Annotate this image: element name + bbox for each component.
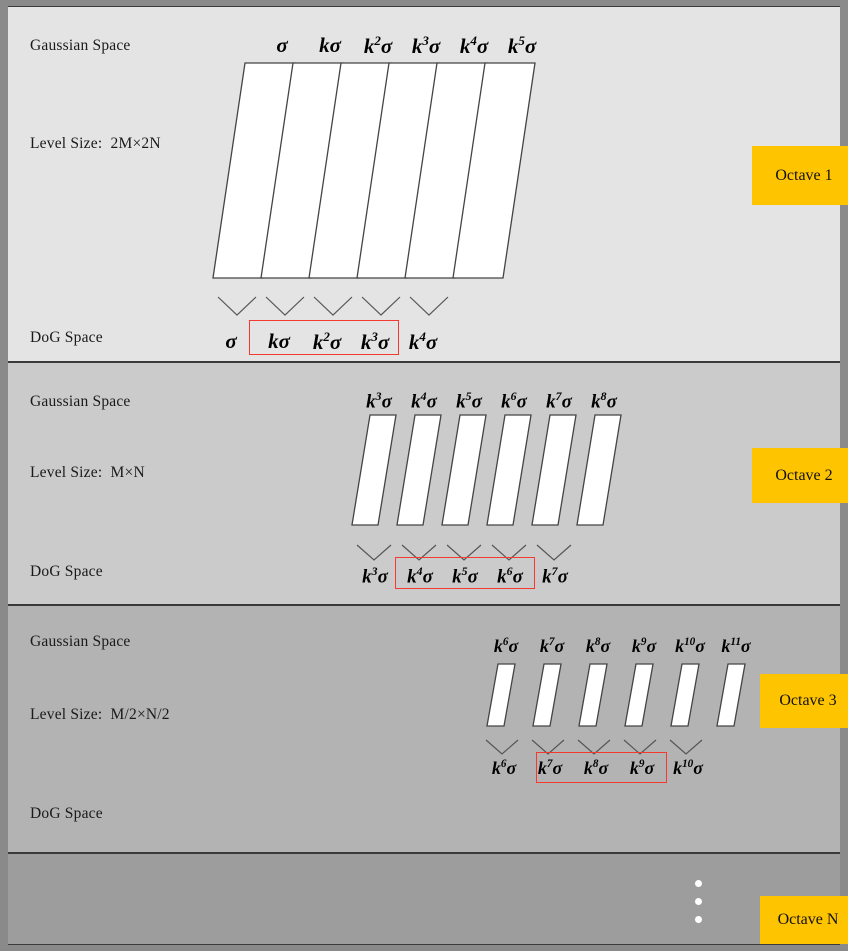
dog-connector <box>409 296 449 316</box>
dog-scale-2-4: k7σ <box>542 565 568 588</box>
dog-highlight-box-2 <box>395 557 535 589</box>
dog-highlight-box-1 <box>249 320 399 355</box>
dog-space-label-1: DoG Space <box>30 329 103 346</box>
dog-connector <box>485 739 519 755</box>
octave-band-n: Octave N <box>8 853 848 945</box>
octave-band-3: Gaussian Space Level Size: M/2×N/2 DoG S… <box>8 605 848 853</box>
dog-connectors-2 <box>356 544 572 561</box>
dog-connector <box>313 296 353 316</box>
dog-connector <box>536 544 572 561</box>
figure-canvas: Gaussian Space Level Size: 2M×2N DoG Spa… <box>0 0 848 951</box>
dog-highlight-box-3 <box>536 752 667 783</box>
dog-connector <box>217 296 257 316</box>
octave-badge-n[interactable]: Octave N <box>760 896 848 944</box>
dog-scale-3-0: k6σ <box>491 758 517 778</box>
dog-scale-3-4: k10σ <box>673 758 703 778</box>
dog-connector <box>265 296 305 316</box>
dog-connectors-3 <box>485 739 703 755</box>
dog-space-label-3: DoG Space <box>30 805 103 822</box>
octave-band-1: Gaussian Space Level Size: 2M×2N DoG Spa… <box>8 6 848 362</box>
dog-connector <box>669 739 703 755</box>
dog-connector <box>356 544 392 561</box>
octave-band-2: Gaussian Space Level Size: M×N DoG Space… <box>8 362 848 605</box>
vertical-ellipsis-icon <box>695 880 702 934</box>
dog-scale-1-4: k4σ <box>408 329 438 354</box>
dog-connector <box>361 296 401 316</box>
dog-scale-2-0: k3σ <box>362 565 388 588</box>
dog-scale-1-0: σ <box>225 329 237 353</box>
dog-connectors-1 <box>217 296 449 316</box>
